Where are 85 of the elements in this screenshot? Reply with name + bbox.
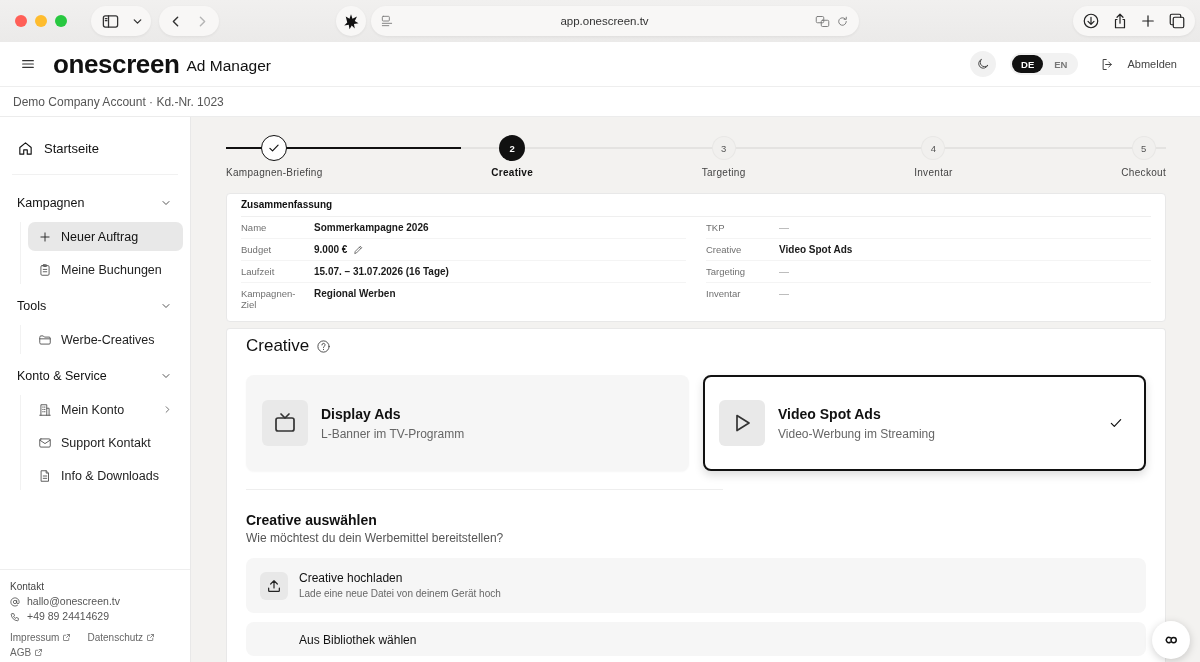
summary-label: Laufzeit: [241, 266, 276, 277]
summary-title: Zusammenfassung: [241, 194, 1151, 217]
nav-item[interactable]: Support Kontakt: [28, 428, 183, 457]
step-label: Checkout: [1121, 167, 1166, 179]
summary-value: 15.07. – 31.07.2026 (16 Tage): [314, 266, 449, 277]
step-label: Creative: [491, 167, 534, 179]
edit-button[interactable]: [353, 244, 365, 255]
play-icon: [719, 400, 765, 446]
app-title: Ad Manager: [186, 55, 271, 75]
step-label: Inventar: [914, 167, 953, 179]
footer-link[interactable]: Datenschutz: [87, 630, 156, 645]
step-label: Targeting: [701, 167, 746, 179]
building-icon: [38, 402, 52, 417]
section-title: Creative auswählen: [246, 512, 378, 529]
email-link[interactable]: hallo@onescreen.tv: [27, 594, 120, 609]
translate-icon: [815, 13, 830, 29]
summary-label: Name: [241, 222, 268, 233]
clipboard-icon: [38, 262, 52, 277]
language-option[interactable]: EN: [1045, 55, 1077, 73]
step-label: Kampagnen-Briefing: [226, 167, 323, 179]
phone-number: +49 89 24414629: [27, 609, 110, 624]
nav-section-header[interactable]: Kampagnen: [0, 187, 190, 219]
nav-item[interactable]: Werbe-Creatives: [28, 325, 183, 354]
folder-icon: [38, 332, 52, 347]
source-option[interactable]: Creative hochladen Lade eine neue Datei von deinem Gerät hoch: [246, 558, 1146, 613]
moon-icon: [976, 57, 991, 71]
summary-label: TKP: [706, 222, 726, 233]
step-number: 3: [712, 137, 735, 159]
summary-value: Regional Werben: [314, 288, 396, 299]
nav-item[interactable]: Neuer Auftrag: [28, 222, 183, 251]
nav-item[interactable]: Startseite: [8, 132, 182, 164]
external-link-icon: [62, 633, 72, 642]
summary-label: Kampagnen-Ziel: [241, 288, 297, 310]
summary-value: Video Spot Ads: [779, 244, 853, 255]
step-number: 2: [499, 135, 526, 161]
at-icon: [10, 596, 20, 607]
tabs-icon: [1167, 12, 1186, 30]
nav-item[interactable]: Info & Downloads: [28, 461, 183, 490]
summary-value: —: [779, 288, 789, 299]
brand-logo: onescreen: [53, 48, 180, 80]
nav-section-header[interactable]: Tools: [0, 290, 190, 322]
document-icon: [38, 468, 52, 483]
section-title: Creative: [246, 336, 310, 356]
logout-button[interactable]: Abmelden: [1100, 56, 1177, 72]
source-option[interactable]: Aus Bibliothek wählen: [246, 622, 1146, 656]
reload-icon: [836, 14, 849, 28]
summary-label: Targeting: [706, 266, 747, 277]
external-link-icon: [146, 633, 156, 642]
account-info: Demo Company Account · Kd.-Nr. 1023: [13, 94, 224, 109]
nav-section-header[interactable]: Konto & Service: [0, 360, 190, 392]
summary-label: Budget: [241, 244, 273, 255]
address-bar[interactable]: app.onescreen.tv: [371, 6, 859, 36]
nav-item[interactable]: Meine Buchungen: [28, 255, 183, 284]
footer-link[interactable]: Impressum: [10, 630, 72, 645]
summary-value: 9.000 €: [314, 244, 348, 255]
language-option[interactable]: DE: [1012, 55, 1044, 73]
upload-icon: [260, 571, 288, 600]
summary-value: Sommerkampagne 2026: [314, 222, 429, 233]
plus-icon: [38, 229, 52, 244]
theme-toggle-button[interactable]: [970, 51, 997, 77]
mail-icon: [38, 435, 52, 450]
phone-icon: [10, 611, 20, 622]
nav-item[interactable]: Mein Konto: [28, 395, 183, 424]
help-icon: [316, 338, 332, 354]
summary-value: —: [779, 266, 789, 277]
summary-value: —: [779, 222, 789, 233]
creative-type-card[interactable]: Video Spot Ads Video-Werbung im Streaming: [703, 375, 1146, 471]
home-icon: [17, 139, 34, 157]
tab-overview-button[interactable]: [1167, 12, 1186, 30]
tv-icon: [262, 400, 308, 446]
section-subtitle: Wie möchtest du dein Werbemittel bereitstellen?: [246, 531, 505, 546]
close-window-button[interactable]: [15, 15, 27, 27]
download-icon: [1082, 12, 1100, 30]
download-button[interactable]: [1082, 12, 1100, 30]
pencil-icon: [353, 244, 365, 255]
contact-heading: Kontakt: [10, 580, 45, 594]
text-lines-icon: [380, 14, 394, 28]
footer-link[interactable]: AGB: [10, 645, 44, 660]
step-number: 5: [1132, 137, 1155, 159]
creative-type-card[interactable]: Display Ads L-Banner im TV-Programm: [246, 375, 689, 471]
step-number: 4: [922, 137, 945, 159]
extension-button[interactable]: [336, 6, 366, 36]
summary-label: Creative: [706, 244, 743, 255]
external-link-icon: [34, 648, 44, 657]
summary-label: Inventar: [706, 288, 742, 299]
